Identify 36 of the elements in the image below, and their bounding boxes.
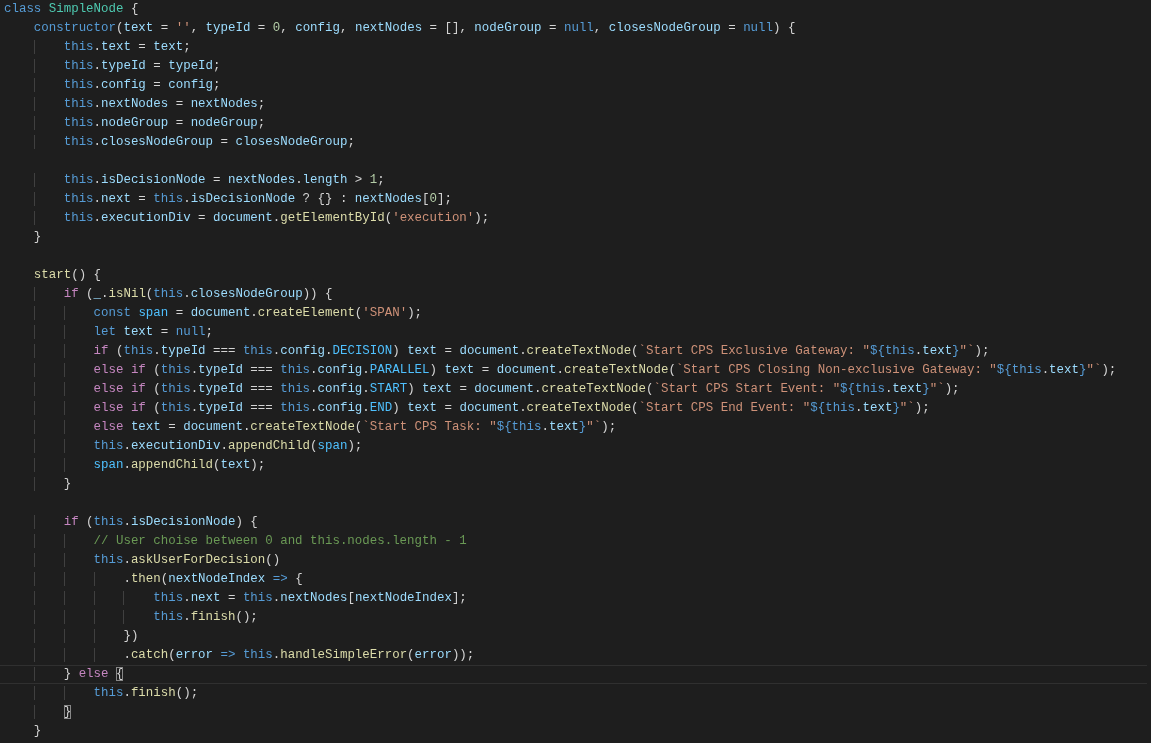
code-line: this.executionDiv.appendChild(span); xyxy=(0,437,1147,456)
code-line: constructor(text = '', typeId = 0, config, nextNodes = [], nodeGroup = null, closesNodeGroup = null) { xyxy=(32,20,797,37)
code-line: this.text = text; xyxy=(0,38,1147,57)
code-line: .then(nextNodeIndex => { xyxy=(0,570,1147,589)
code-line: this.next = this.nextNodes[nextNodeIndex]; xyxy=(0,589,1147,608)
code-line: // User choise between 0 and this.nodes.length - 1 xyxy=(0,532,1147,551)
code-line: }) xyxy=(0,627,1147,646)
code-line: const span = document.createElement('SPAN'); xyxy=(0,304,1147,323)
code-line: this.closesNodeGroup = closesNodeGroup; xyxy=(0,133,1147,152)
code-line: span.appendChild(text); xyxy=(0,456,1147,475)
code-line: else if (this.typeId === this.config.PARALLEL) text = document.createTextNode(`Start CPS Closing Non-exclusive Gateway: "${this.text}"`); xyxy=(0,361,1147,380)
code-line: } xyxy=(32,229,43,246)
code-line: .catch(error => this.handleSimpleError(error)); xyxy=(0,646,1147,665)
code-line: if (this.typeId === this.config.DECISION) text = document.createTextNode(`Start CPS Exclusive Gateway: "${this.text}"`); xyxy=(0,342,1147,361)
code-line: this.isDecisionNode = nextNodes.length > 1; xyxy=(0,171,1147,190)
code-line: } xyxy=(0,703,1147,722)
code-line: if (_.isNil(this.closesNodeGroup)) { xyxy=(0,285,1147,304)
code-line: start() { xyxy=(32,267,103,284)
code-line: this.next = this.isDecisionNode ? {} : nextNodes[0]; xyxy=(0,190,1147,209)
code-line: else if (this.typeId === this.config.END) text = document.createTextNode(`Start CPS End Event: "${this.text}"`); xyxy=(0,399,1147,418)
code-line: else if (this.typeId === this.config.START) text = document.createTextNode(`Start CPS Start Event: "${this.text}"`); xyxy=(0,380,1147,399)
code-line: this.typeId = typeId; xyxy=(0,57,1147,76)
code-line: class SimpleNode { xyxy=(3,1,140,18)
code-line: else text = document.createTextNode(`Start CPS Task: "${this.text}"`); xyxy=(0,418,1147,437)
code-line: this.finish(); xyxy=(0,608,1147,627)
code-line: this.config = config; xyxy=(0,76,1147,95)
code-line: this.finish(); xyxy=(0,684,1147,703)
code-line: } xyxy=(0,475,1147,494)
code-line: } xyxy=(32,723,43,740)
code-line: } else { xyxy=(0,665,1147,684)
code-line: if (this.isDecisionNode) { xyxy=(0,513,1147,532)
code-line: this.nextNodes = nextNodes; xyxy=(0,95,1147,114)
code-line: this.askUserForDecision() xyxy=(0,551,1147,570)
code-line: this.executionDiv = document.getElementById('execution'); xyxy=(0,209,1147,228)
code-line: this.nodeGroup = nodeGroup; xyxy=(0,114,1147,133)
code-line: let text = null; xyxy=(0,323,1147,342)
